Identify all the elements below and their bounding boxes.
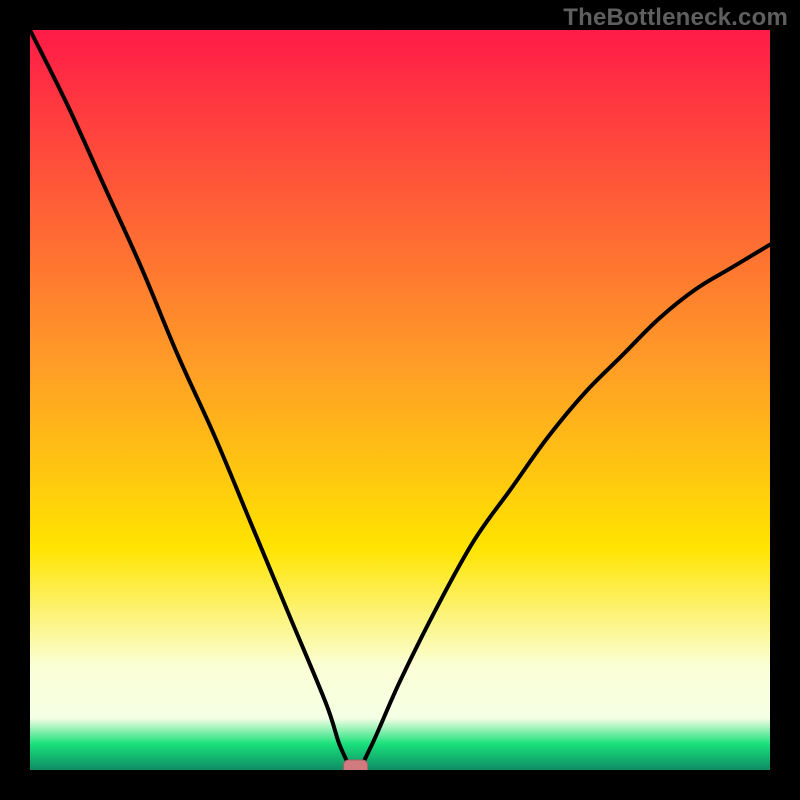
chart-frame: TheBottleneck.com: [0, 0, 800, 800]
plot-area: [30, 30, 770, 770]
optimal-marker: [344, 760, 368, 770]
watermark-text: TheBottleneck.com: [563, 4, 788, 32]
chart-svg: [30, 30, 770, 770]
gradient-background: [30, 30, 770, 770]
